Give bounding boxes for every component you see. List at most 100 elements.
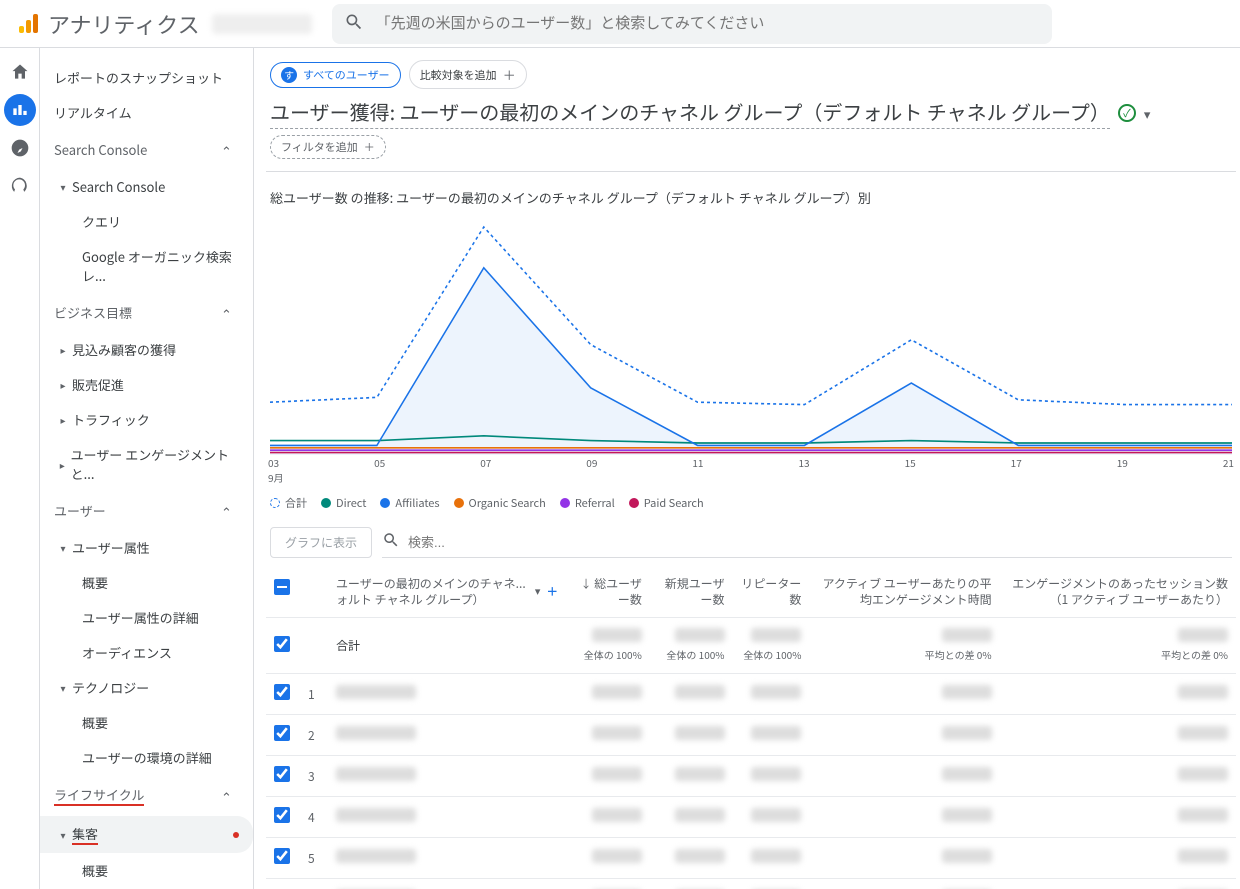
- plus-icon: ＋: [364, 139, 375, 155]
- sidebar-section-search-console[interactable]: Search Console ⌃: [40, 130, 253, 169]
- redacted-value: [1178, 628, 1228, 642]
- redacted-value: [942, 628, 992, 642]
- rail-home-icon[interactable]: [4, 56, 36, 88]
- sidebar-item-organic[interactable]: Google オーガニック検索レ...: [40, 239, 253, 293]
- global-search-input[interactable]: [376, 15, 1040, 32]
- redacted-value: [675, 808, 725, 822]
- table-search-input[interactable]: [408, 535, 1232, 550]
- sidebar-item-traffic[interactable]: ▸トラフィック: [40, 402, 253, 437]
- sidebar-item-audience[interactable]: オーディエンス: [40, 635, 253, 670]
- redacted-value: [592, 726, 642, 740]
- col-avg-engagement[interactable]: アクティブ ユーザーあたりの平均エンゲージメント時間: [809, 566, 999, 618]
- table-row[interactable]: 5: [266, 838, 1236, 879]
- chart-legend: 合計 Direct Affiliates Organic Search Referral…: [266, 485, 1236, 527]
- legend-item[interactable]: Paid Search: [629, 495, 704, 511]
- ga-logo-icon: [16, 12, 40, 36]
- chart-x-ticks: 03050709111315171921: [266, 455, 1236, 470]
- add-dimension-button[interactable]: ＋: [546, 584, 558, 600]
- search-icon: [382, 531, 400, 553]
- row-checkbox[interactable]: [274, 725, 290, 741]
- rail-explore-icon[interactable]: [4, 132, 36, 164]
- rail-reports-icon[interactable]: [4, 94, 36, 126]
- show-in-chart-button[interactable]: グラフに表示: [270, 527, 372, 558]
- legend-item[interactable]: Referral: [560, 495, 615, 511]
- account-name-redacted: [212, 14, 312, 34]
- sidebar-item-tech-details[interactable]: ユーザーの環境の詳細: [40, 740, 253, 775]
- table-search[interactable]: [382, 527, 1232, 558]
- legend-item[interactable]: Affiliates: [380, 495, 439, 511]
- sidebar-item-engagement[interactable]: ▸ユーザー エンゲージメントと...: [40, 437, 253, 491]
- dimension-header[interactable]: ユーザーの最初のメインのチャネ...ォルト チャネル グループ）: [336, 576, 529, 607]
- sidebar-item-sales[interactable]: ▸販売促進: [40, 367, 253, 402]
- sidebar-group-acquisition[interactable]: ▾集客: [40, 816, 253, 853]
- chart-title: 総ユーザー数 の推移: ユーザーの最初のメインのチャネル グループ（デフォルト …: [266, 188, 1236, 215]
- sidebar-item-tech-overview[interactable]: 概要: [40, 705, 253, 740]
- rail-ads-icon[interactable]: [4, 170, 36, 202]
- col-total-users[interactable]: ↓ 総ユーザー数: [566, 566, 649, 618]
- sidebar-group-search-console[interactable]: ▾Search Console: [40, 169, 253, 204]
- sidebar-snapshot[interactable]: レポートのスナップショット: [40, 60, 253, 95]
- chevron-down-icon[interactable]: ▾: [1144, 104, 1151, 123]
- sidebar-item-queries[interactable]: クエリ: [40, 204, 253, 239]
- search-icon: [344, 12, 364, 36]
- redacted-value: [675, 685, 725, 699]
- redacted-value: [336, 767, 416, 781]
- sidebar-item-user-details[interactable]: ユーザー属性の詳細: [40, 600, 253, 635]
- col-returning[interactable]: リピーター数: [733, 566, 810, 618]
- nav-rail: [0, 48, 40, 889]
- row-checkbox[interactable]: [274, 766, 290, 782]
- redacted-value: [336, 685, 416, 699]
- sidebar-item-acq-overview[interactable]: 概要: [40, 853, 253, 888]
- redacted-value: [942, 767, 992, 781]
- chevron-down-icon[interactable]: ▾: [535, 584, 541, 598]
- redacted-value: [336, 726, 416, 740]
- sidebar-item-leads[interactable]: ▸見込み顧客の獲得: [40, 332, 253, 367]
- col-new-users[interactable]: 新規ユーザー数: [650, 566, 733, 618]
- page-title: ユーザー獲得: ユーザーの最初のメインのチャネル グループ（デフォルト チャネル…: [270, 97, 1110, 129]
- sidebar-realtime[interactable]: リアルタイム: [40, 95, 253, 130]
- redacted-value: [751, 767, 801, 781]
- checkbox-indeterminate[interactable]: [274, 579, 290, 595]
- status-ok-icon[interactable]: ✓: [1118, 104, 1136, 122]
- redacted-value: [942, 685, 992, 699]
- redacted-value: [592, 849, 642, 863]
- redacted-value: [751, 685, 801, 699]
- redacted-value: [942, 726, 992, 740]
- sidebar-section-business[interactable]: ビジネス目標⌃: [40, 293, 253, 332]
- legend-item[interactable]: 合計: [270, 495, 307, 511]
- sidebar-item-user-overview[interactable]: 概要: [40, 565, 253, 600]
- redacted-value: [1178, 726, 1228, 740]
- main-content: す すべてのユーザー 比較対象を追加＋ ユーザー獲得: ユーザーの最初のメインの…: [254, 48, 1240, 889]
- table-row[interactable]: 4: [266, 797, 1236, 838]
- table-row[interactable]: 1: [266, 674, 1236, 715]
- chip-all-users[interactable]: す すべてのユーザー: [270, 62, 401, 88]
- table-row[interactable]: 3: [266, 756, 1236, 797]
- redacted-value: [675, 767, 725, 781]
- sidebar-section-lifecycle[interactable]: ライフサイクル⌃: [40, 775, 253, 816]
- redacted-value: [592, 685, 642, 699]
- table-total-row: 合計 全体の 100%全体の 100%全体の 100%平均との差 0%平均との差…: [266, 618, 1236, 674]
- global-search[interactable]: [332, 4, 1052, 44]
- row-checkbox[interactable]: [274, 807, 290, 823]
- redacted-value: [336, 808, 416, 822]
- sidebar-section-user[interactable]: ユーザー⌃: [40, 491, 253, 530]
- chip-add-comparison[interactable]: 比較対象を追加＋: [409, 60, 527, 89]
- table-row[interactable]: 6: [266, 879, 1236, 889]
- data-table: ユーザーの最初のメインのチャネ...ォルト チャネル グループ） ▾ ＋ ↓ 総…: [266, 566, 1236, 889]
- chevron-up-icon: ⌃: [221, 304, 239, 322]
- redacted-value: [751, 726, 801, 740]
- legend-item[interactable]: Direct: [321, 495, 366, 511]
- chevron-up-icon: ⌃: [221, 787, 239, 805]
- row-checkbox[interactable]: [274, 636, 290, 652]
- row-checkbox[interactable]: [274, 848, 290, 864]
- col-engaged-sessions[interactable]: エンゲージメントのあったセッション数（1 アクティブ ユーザーあたり）: [1000, 566, 1236, 618]
- redacted-value: [751, 628, 801, 642]
- sidebar-group-tech[interactable]: ▾テクノロジー: [40, 670, 253, 705]
- sidebar-group-user-attr[interactable]: ▾ユーザー属性: [40, 530, 253, 565]
- table-row[interactable]: 2: [266, 715, 1236, 756]
- legend-item[interactable]: Organic Search: [454, 495, 546, 511]
- add-filter-chip[interactable]: フィルタを追加＋: [270, 135, 386, 159]
- row-checkbox[interactable]: [274, 684, 290, 700]
- redacted-value: [1178, 767, 1228, 781]
- chevron-up-icon: ⌃: [221, 502, 239, 520]
